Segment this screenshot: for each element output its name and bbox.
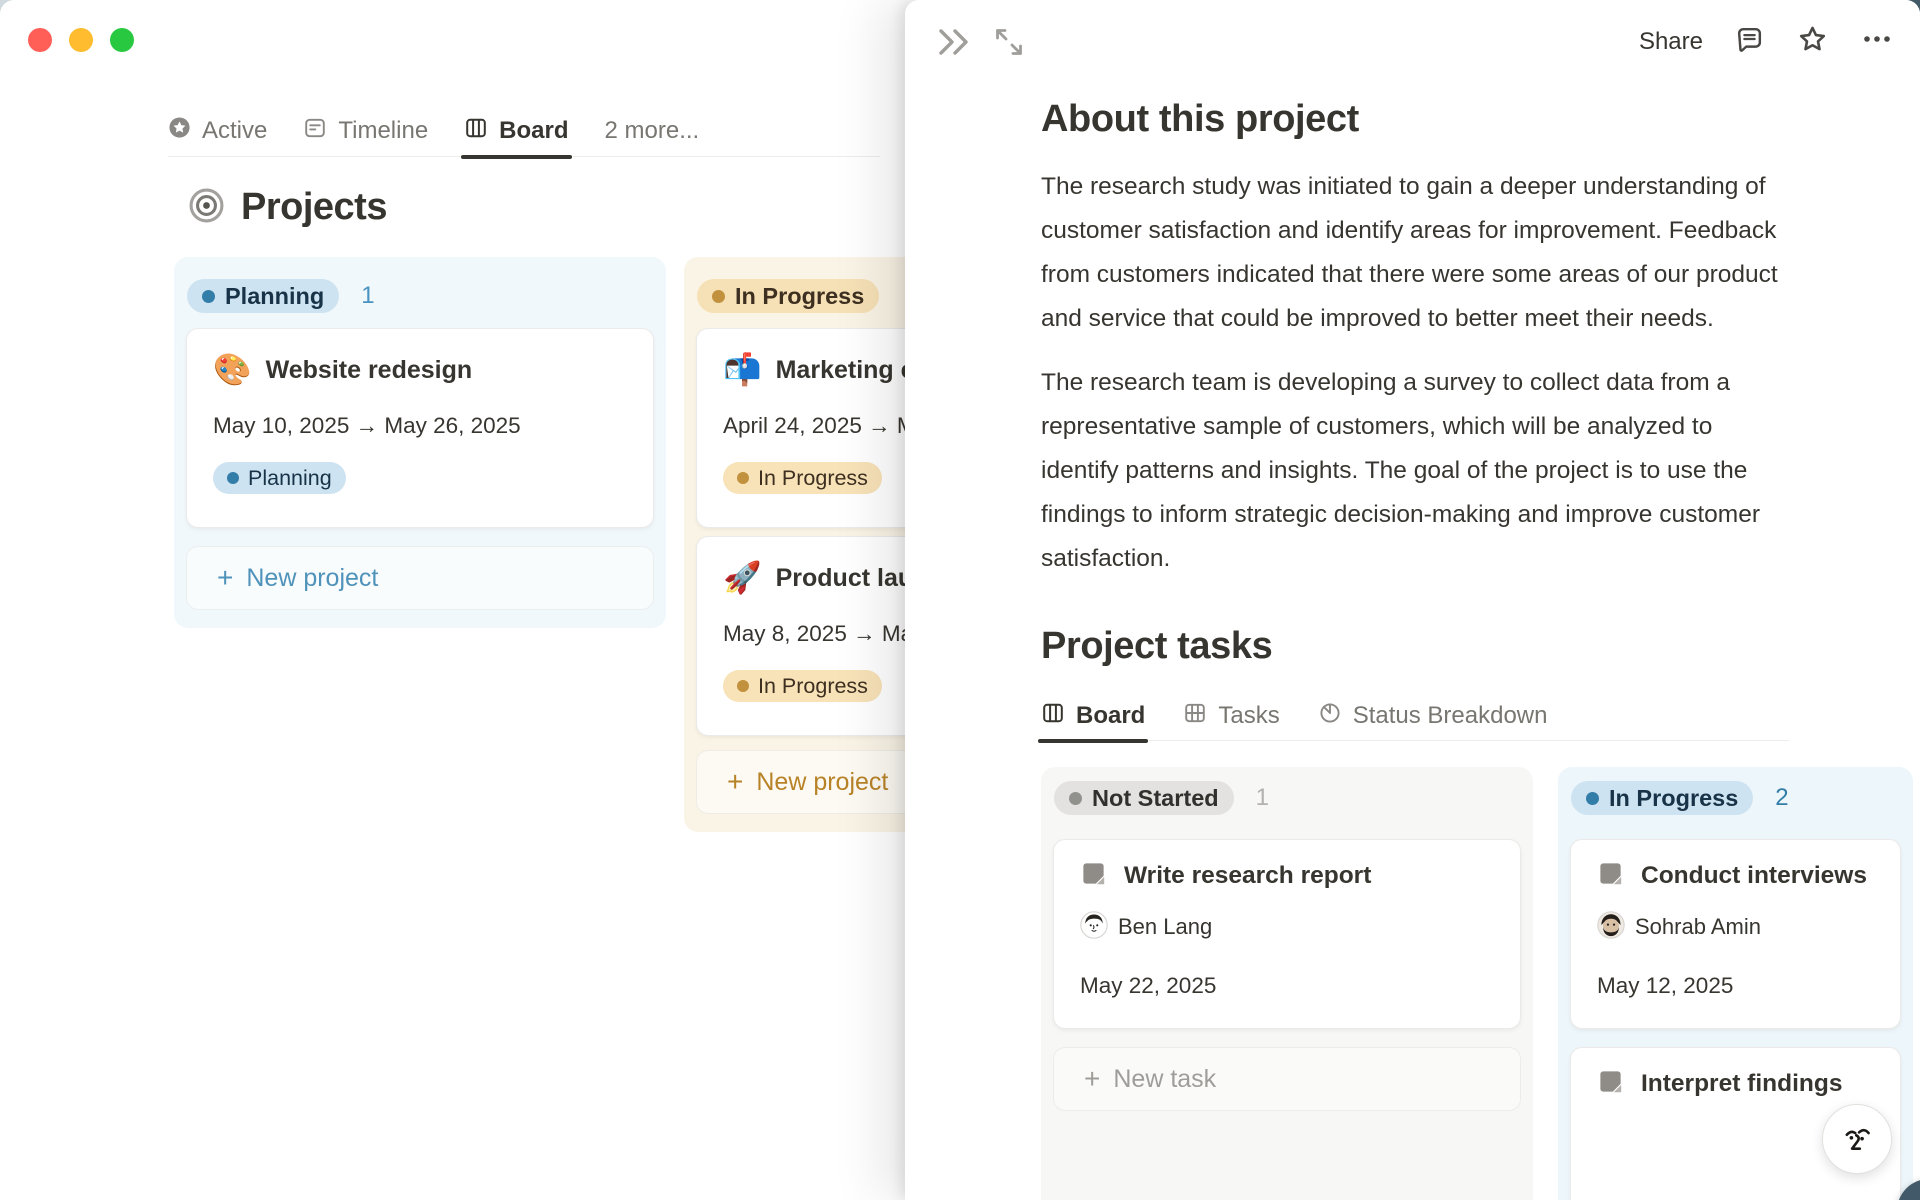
tab-board-view[interactable]: Board [461, 106, 572, 159]
tab-label: Board [1076, 702, 1146, 729]
tab-tasks-view[interactable]: Tasks [1183, 692, 1280, 740]
rocket-emoji-icon: 🚀 [723, 560, 762, 595]
plus-icon: + [1084, 1063, 1101, 1094]
target-icon [188, 187, 225, 229]
task-title: Interpret findings [1641, 1070, 1843, 1097]
task-column-not-started: Not Started 1 Write research report Ben … [1041, 767, 1533, 1200]
card-title: Product lau [775, 563, 914, 592]
tab-timeline-view[interactable]: Timeline [303, 106, 428, 156]
tab-label: Status Breakdown [1352, 702, 1548, 729]
table-icon [1183, 701, 1207, 732]
task-date: May 22, 2025 [1080, 973, 1217, 998]
new-task-button[interactable]: + New task [1053, 1047, 1521, 1111]
projects-view-tabs: Active Timeline Board 2 more... [168, 106, 880, 159]
status-pill-in-progress[interactable]: In Progress [697, 279, 880, 313]
window-controls [28, 28, 134, 52]
task-card-write-research-report[interactable]: Write research report Ben Lang May 22, 2… [1053, 839, 1521, 1029]
page-title-row: Projects [188, 186, 387, 229]
ai-face-icon [1845, 1128, 1870, 1150]
column-count: 1 [1255, 784, 1270, 811]
plus-icon: + [217, 562, 234, 593]
task-title: Write research report [1124, 862, 1372, 889]
tab-label: Board [499, 117, 569, 144]
avatar-sohrab-amin [1597, 910, 1625, 944]
column-header: Planning 1 [187, 279, 654, 313]
favorite-star-icon[interactable] [1796, 23, 1829, 61]
project-card-website-redesign[interactable]: 🎨 Website redesign May 10, 2025 → May 26… [186, 328, 654, 528]
status-pill-in-progress[interactable]: In Progress [1571, 781, 1754, 815]
column-header: Not Started 1 [1054, 781, 1521, 815]
assignee-name: Ben Lang [1118, 914, 1213, 939]
page-icon [1080, 860, 1107, 892]
status-pill-planning[interactable]: Planning [187, 279, 340, 313]
about-heading: About this project [1041, 98, 1359, 140]
zoom-window-button[interactable] [110, 28, 134, 52]
assignee-name: Sohrab Amin [1635, 914, 1761, 939]
card-title: Website redesign [265, 355, 473, 384]
card-title: Marketing c [775, 355, 915, 384]
board-column-planning: Planning 1 🎨 Website redesign May 10, 20… [174, 257, 666, 628]
page-icon [1597, 860, 1624, 892]
status-pill-not-started[interactable]: Not Started [1054, 781, 1234, 815]
comments-icon[interactable] [1734, 24, 1765, 60]
board-icon [464, 116, 488, 147]
board-icon [1041, 701, 1065, 732]
tasks-board: Not Started 1 Write research report Ben … [1041, 767, 1920, 1200]
page-title[interactable]: Projects [241, 186, 387, 229]
minimize-window-button[interactable] [69, 28, 93, 52]
page-actions: Share [1639, 22, 1894, 61]
status-dot [737, 680, 749, 692]
notion-ai-button[interactable] [1822, 1104, 1892, 1174]
more-options-icon[interactable] [1860, 22, 1894, 61]
timeline-icon [303, 116, 327, 147]
mailbox-emoji-icon: 📬 [723, 352, 762, 387]
status-dot [202, 289, 215, 303]
side-peek-panel: Share About this project The research st… [905, 0, 1920, 1200]
plus-icon: + [727, 766, 744, 797]
task-card-conduct-interviews[interactable]: Conduct interviews Sohrab Amin May 12, 2… [1570, 839, 1901, 1029]
card-status-tag: In Progress [723, 670, 882, 702]
new-project-button[interactable]: + New project [186, 546, 654, 610]
palette-emoji-icon: 🎨 [213, 352, 252, 387]
notion-window: Active Timeline Board 2 more... Projects… [0, 0, 1920, 1200]
tab-label: Tasks [1218, 702, 1280, 729]
about-paragraph-1: The research study was initiated to gain… [1041, 173, 1778, 332]
status-dot [1069, 791, 1082, 805]
assignee-row: Ben Lang [1080, 910, 1494, 944]
tab-status-breakdown-view[interactable]: Status Breakdown [1318, 692, 1548, 740]
tab-board-view[interactable]: Board [1037, 692, 1149, 743]
avatar-ben-lang [1080, 910, 1108, 944]
card-status-tag: Planning [213, 462, 346, 494]
card-status-tag: In Progress [723, 462, 882, 494]
column-count: 2 [1775, 784, 1789, 811]
column-header: In Progress 2 [1571, 781, 1901, 815]
tab-label: Active [202, 117, 268, 144]
task-date: May 12, 2025 [1597, 973, 1734, 998]
tasks-view-tabs: Board Tasks Status Breakdown [1037, 692, 1789, 743]
about-paragraph-2: The research team is developing a survey… [1041, 369, 1760, 572]
status-dot [227, 472, 239, 484]
status-dot [712, 289, 725, 303]
tab-label: 2 more... [604, 117, 700, 144]
assignee-row: Sohrab Amin [1597, 910, 1874, 944]
share-button[interactable]: Share [1639, 28, 1703, 56]
task-title: Conduct interviews [1641, 862, 1867, 889]
status-dot [1586, 791, 1599, 805]
tab-more-views[interactable]: 2 more... [605, 106, 700, 156]
page-icon [1597, 1068, 1624, 1100]
collapse-peek-icon[interactable] [935, 25, 977, 64]
project-tasks-heading: Project tasks [1041, 625, 1273, 667]
star-badge-icon [168, 116, 191, 146]
peek-content: About this project The research study wa… [1037, 84, 1913, 1200]
status-dot [737, 472, 749, 484]
expand-page-icon[interactable] [991, 24, 1027, 65]
tab-label: Timeline [338, 117, 429, 144]
close-window-button[interactable] [28, 28, 52, 52]
peek-controls [935, 24, 1027, 65]
tab-active-view[interactable]: Active [168, 106, 267, 156]
pie-chart-icon [1318, 701, 1342, 732]
column-count: 1 [361, 282, 375, 309]
card-date-range: May 10, 2025 → May 26, 2025 [213, 413, 521, 438]
